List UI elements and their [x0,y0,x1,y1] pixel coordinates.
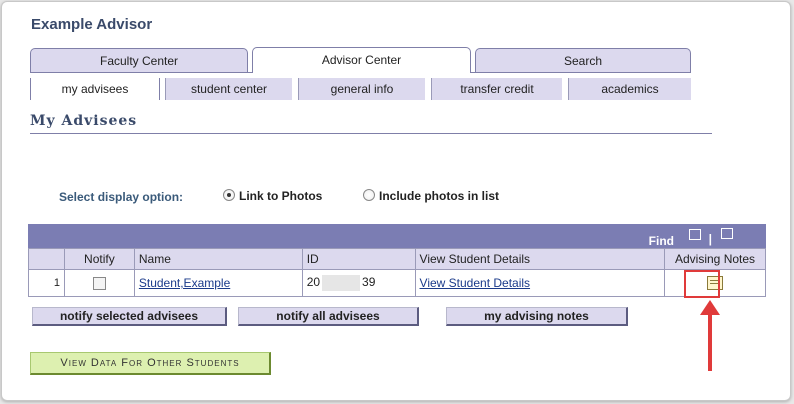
student-name-link[interactable]: Student,Example [139,276,230,290]
grid-toolbar: Find | [28,224,766,248]
col-name-header: Name [133,248,303,270]
id-suffix: 39 [362,275,376,290]
annotation-arrow-shaft [708,313,712,371]
notify-checkbox[interactable] [92,277,106,291]
notify-cell [63,269,135,297]
subtab-transfer-credit[interactable]: transfer credit [431,78,562,100]
subtab-my-advisees[interactable]: my advisees [30,78,160,100]
radio-link-to-photos[interactable] [223,189,235,201]
radio-include-photos-label[interactable]: Include photos in list [379,189,499,203]
name-cell: Student,Example [133,269,303,297]
details-cell: View Student Details [414,269,666,297]
subtab-student-center[interactable]: student center [165,78,292,100]
toolbar-separator: | [708,232,712,246]
notify-all-button[interactable]: notify all advisees [238,307,419,326]
section-divider [30,133,712,134]
window-frame: Example Advisor Faculty Center Advisor C… [1,1,791,401]
grid-header-row: Notify Name ID View Student Details Advi… [28,248,766,270]
view-all-icon[interactable] [689,229,701,240]
col-id-header: ID [301,248,416,270]
notify-selected-button[interactable]: notify selected advisees [32,307,227,326]
radio-link-to-photos-label[interactable]: Link to Photos [239,189,322,203]
tab-faculty-center[interactable]: Faculty Center [30,48,248,72]
view-other-students-button[interactable]: View Data For Other Students [30,352,271,375]
advisee-grid: Notify Name ID View Student Details Advi… [28,248,766,297]
id-cell: 20 39 [301,269,416,297]
grid-download-icon[interactable] [721,228,733,239]
subtab-general-info[interactable]: general info [298,78,425,100]
col-notes-header: Advising Notes [664,248,766,270]
subtab-academics[interactable]: academics [568,78,691,100]
table-row: 1 Student,Example 20 39 View Student Deta… [28,269,766,297]
my-advising-notes-button[interactable]: my advising notes [446,307,628,326]
tab-advisor-center[interactable]: Advisor Center [252,47,471,73]
display-option-label: Select display option: [59,190,184,204]
id-prefix: 20 [306,275,321,290]
radio-include-photos[interactable] [363,189,375,201]
find-link[interactable]: Find [649,234,674,248]
id-redaction [322,275,361,291]
section-title: My Advisees [30,113,138,129]
page-title: Example Advisor [31,16,153,33]
col-notify-header: Notify [63,248,135,270]
row-number: 1 [28,269,65,297]
tab-search[interactable]: Search [475,48,691,72]
col-details-header: View Student Details [414,248,666,270]
view-student-details-link[interactable]: View Student Details [420,276,531,290]
annotation-highlight-box [684,270,720,298]
col-num-header [28,248,65,270]
